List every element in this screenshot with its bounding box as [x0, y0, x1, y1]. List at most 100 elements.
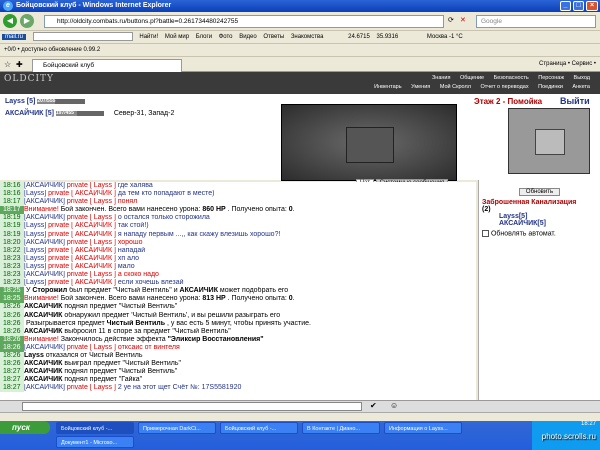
chat-timestamp[interactable]: 18:23 [0, 254, 24, 263]
chat-timestamp[interactable]: 18:25 [0, 287, 24, 296]
answers-link[interactable]: Ответы [263, 34, 284, 40]
chat-text[interactable]: [Layss] [24, 222, 46, 229]
refresh-button[interactable]: Обновить [518, 188, 561, 196]
menu-battles[interactable]: Поединки [538, 84, 563, 90]
mailru-logo[interactable]: mail.ru [2, 34, 27, 40]
tab-fight-club[interactable]: Бойцовский клуб [32, 59, 182, 72]
chat-text[interactable]: [АКСАЙЧИК] [24, 344, 65, 351]
auto-refresh-checkbox[interactable] [482, 230, 489, 237]
chat-text[interactable]: [АКСАЙЧИК] [24, 384, 65, 391]
menu-security[interactable]: Безопасность [494, 75, 529, 81]
menu-communication[interactable]: Общение [460, 75, 484, 81]
menu-profile[interactable]: Анкета [572, 84, 590, 90]
task-darkcity[interactable]: Примерочная DarkCi... [138, 422, 216, 434]
page-tools-menu[interactable]: Страница • Сервис • [539, 59, 596, 70]
chat-timestamp[interactable]: 18:26 [0, 327, 24, 336]
exit-link[interactable]: Выйти [560, 96, 590, 106]
menu-my-scroll[interactable]: Мой Скролл [440, 84, 471, 90]
photo-link[interactable]: Фото [219, 34, 233, 40]
chat-text[interactable]: [Layss] [24, 247, 46, 254]
chat-text[interactable]: [Layss] [24, 190, 46, 197]
find-button[interactable]: Найти! [139, 34, 158, 40]
chat-timestamp[interactable]: 18:23 [0, 262, 24, 272]
minimize-button[interactable]: _ [560, 1, 571, 11]
chat-timestamp[interactable]: 18:26 [0, 335, 24, 344]
chat-text[interactable]: [АКСАЙЧИК] [24, 239, 65, 246]
chat-text[interactable]: где халява [116, 182, 153, 189]
chat-text[interactable]: [Layss] [24, 231, 46, 238]
update-notice[interactable]: +0/0 • доступно обновление 0.99.2 [4, 47, 100, 53]
chat-timestamp[interactable]: 18:26 [0, 303, 24, 312]
chat-timestamp[interactable]: 18:27 [0, 376, 24, 385]
smile-icon[interactable]: ☺ [390, 401, 398, 410]
chat-timestamp[interactable]: 18:27 [0, 384, 24, 393]
chat-text[interactable]: я нападу первым ...,, как скажу влезишь … [116, 231, 281, 238]
task-fight-club[interactable]: Бойцовский клуб -... [56, 422, 134, 434]
chat-text[interactable]: да тем кто попадают в месте) [116, 190, 215, 197]
chat-text[interactable]: [АКСАЙЧИК] [24, 198, 65, 205]
room-user[interactable]: Layss[5] [499, 213, 600, 220]
chat-text[interactable]: [АКСАЙЧИК] [24, 271, 65, 278]
chat-timestamp[interactable]: 18:26 [0, 360, 24, 369]
chat-timestamp[interactable]: 18:19 [0, 230, 24, 239]
menu-transfers[interactable]: Отчет о переводах [480, 84, 528, 90]
chat-text[interactable]: [АКСАЙЧИК] [24, 214, 65, 221]
menu-knowledge[interactable]: Знания [432, 75, 451, 81]
chat-text[interactable]: хп ало [116, 255, 139, 262]
task-info-layss[interactable]: Информация о Layss... [384, 422, 462, 434]
video-link[interactable]: Видео [239, 34, 257, 40]
chat-timestamp[interactable]: 18:27 [0, 368, 24, 377]
add-favorite-icon[interactable]: ✚ [16, 60, 23, 69]
stop-icon[interactable]: ✕ [460, 16, 466, 24]
close-button[interactable]: × [586, 1, 598, 11]
chat-timestamp[interactable]: 18:17 [0, 206, 24, 215]
chat-timestamp[interactable]: 18:26 [0, 351, 24, 361]
dungeon-view[interactable] [281, 104, 457, 181]
blogs-link[interactable]: Блоги [196, 34, 212, 40]
navigation-map[interactable] [508, 108, 590, 174]
task-vkontakte[interactable]: В Контакте | Диано... [302, 422, 380, 434]
player1-name[interactable]: Layss [5] [5, 98, 35, 105]
menu-character[interactable]: Персонаж [538, 75, 564, 81]
menu-skills[interactable]: Умения [411, 84, 430, 90]
dating-link[interactable]: Знакомства [291, 34, 324, 40]
chat-text[interactable]: [Layss] [24, 263, 46, 270]
chat-timestamp[interactable]: 18:22 [0, 246, 24, 255]
player2-name[interactable]: АКСАЙЧИК [5] [5, 110, 54, 117]
chat-timestamp[interactable]: 18:25 [0, 295, 24, 304]
chat-timestamp[interactable]: 18:26 [0, 343, 24, 352]
url-input[interactable]: http://oldcity.combats.ru/buttons.pl?bat… [44, 15, 444, 28]
chat-text[interactable]: [Layss] [24, 279, 46, 286]
mailru-search-input[interactable] [32, 31, 133, 41]
chat-text[interactable]: о остался только сторожила [116, 214, 210, 221]
search-input[interactable]: Google [476, 15, 596, 28]
chat-timestamp[interactable]: 18:16 [0, 182, 24, 191]
chat-timestamp[interactable]: 18:23 [0, 271, 24, 280]
my-world-link[interactable]: Мой мир [165, 34, 189, 40]
forward-icon[interactable]: ▶ [20, 14, 34, 28]
chat-timestamp[interactable]: 18:16 [0, 190, 24, 199]
task-word-document[interactable]: Документ1 - Microso... [56, 436, 134, 448]
chat-text[interactable]: 2 уе на этот щет Счёт №: 17S5581920 [116, 384, 242, 391]
task-fight-club-2[interactable]: Бойцовский клуб -... [220, 422, 298, 434]
back-icon[interactable]: ◀ [3, 14, 17, 28]
chat-timestamp[interactable]: 18:19 [0, 214, 24, 223]
chat-timestamp[interactable]: 18:19 [0, 222, 24, 231]
send-icon[interactable]: ✔ [370, 401, 377, 410]
chat-text[interactable]: [Layss] [24, 255, 46, 262]
chat-text[interactable]: [АКСАЙЧИК] [24, 182, 65, 189]
chat-input[interactable] [22, 402, 362, 411]
refresh-icon[interactable]: ⟳ [448, 16, 454, 24]
chat-timestamp[interactable]: 18:26 [0, 311, 24, 320]
chat-timestamp[interactable]: 18:26 [0, 319, 24, 328]
chat-text[interactable]: нападай [116, 247, 145, 254]
room-user[interactable]: АКСАЙЧИК[5] [499, 220, 600, 227]
chat-timestamp[interactable]: 18:20 [0, 238, 24, 247]
chat-text[interactable]: так стой!) [116, 222, 149, 229]
chat-timestamp[interactable]: 18:23 [0, 279, 24, 288]
chat-text[interactable]: если хочешь влезай [116, 279, 184, 286]
favorites-star-icon[interactable]: ☆ [4, 60, 11, 69]
start-button[interactable]: пуск [0, 421, 50, 434]
chat-text[interactable]: мало [116, 263, 135, 270]
maximize-button[interactable]: □ [573, 1, 584, 11]
